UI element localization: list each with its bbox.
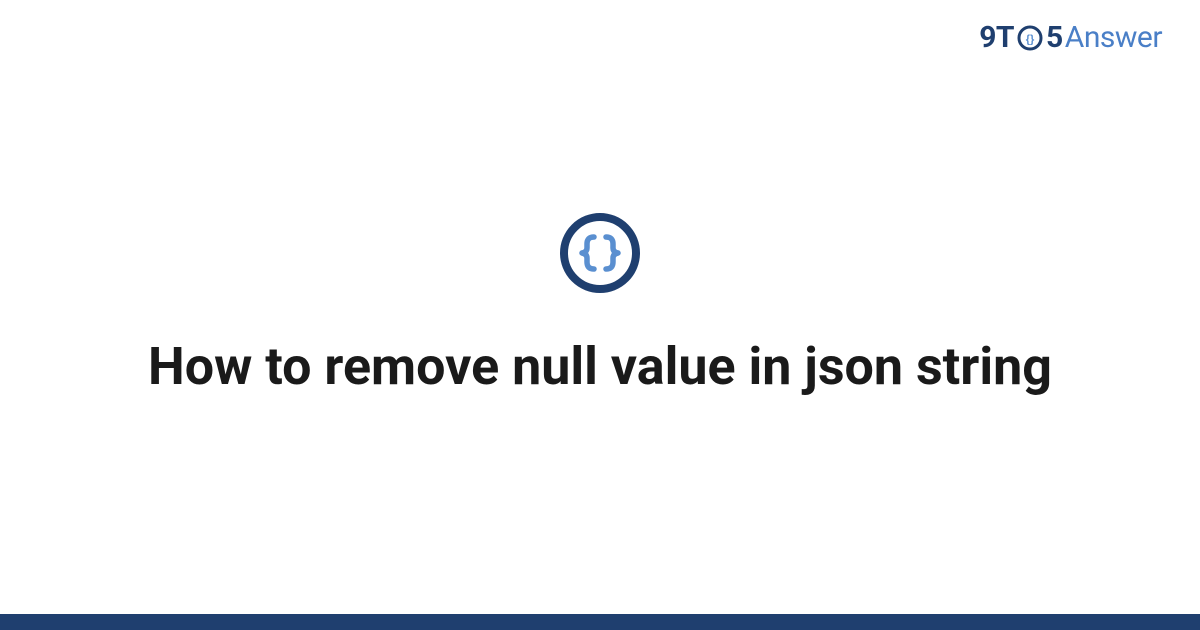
main-content: How to remove null value in json string (0, 0, 1200, 630)
json-braces-icon (558, 211, 642, 295)
page-title: How to remove null value in json string (148, 335, 1052, 398)
footer-accent-bar (0, 614, 1200, 630)
